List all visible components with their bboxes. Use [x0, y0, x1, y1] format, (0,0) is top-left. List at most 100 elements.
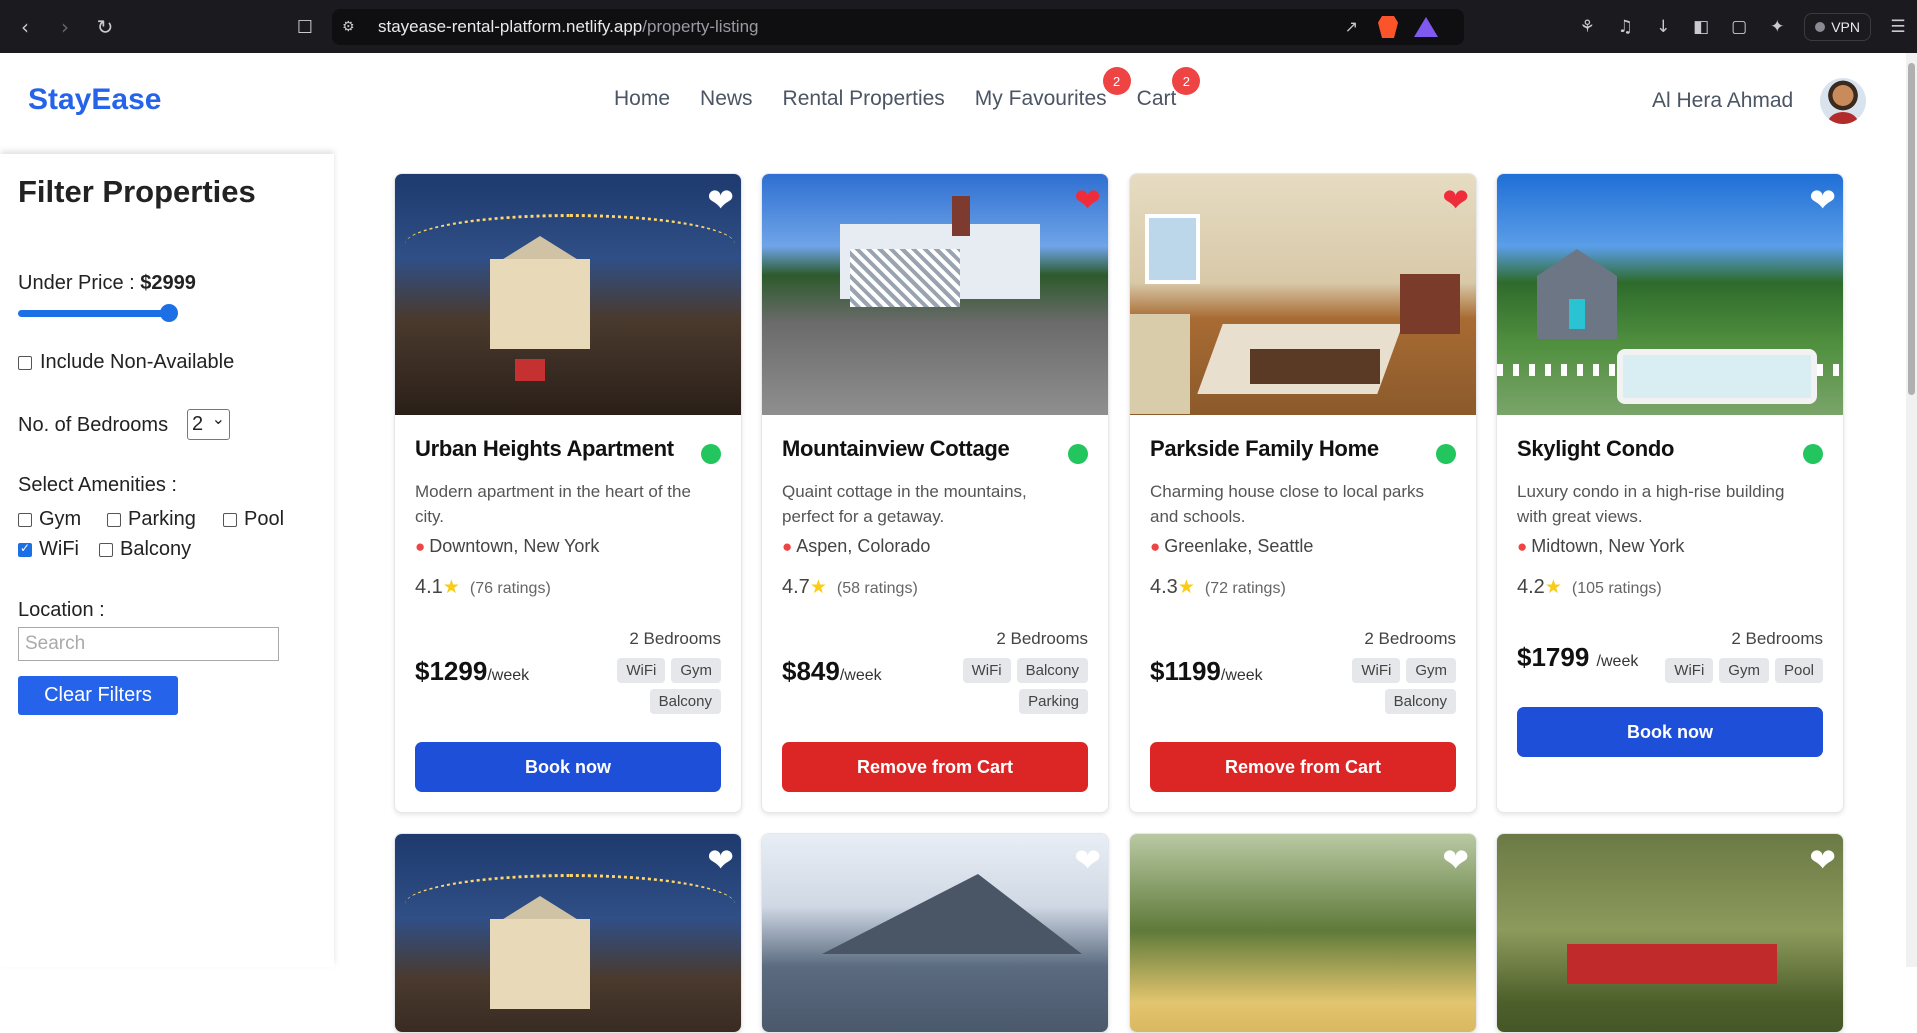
- property-card: ❤: [1129, 833, 1477, 1033]
- site-settings-icon[interactable]: ⚙: [342, 19, 364, 35]
- star-icon: ★: [1177, 577, 1195, 598]
- chimney: [952, 196, 970, 236]
- property-title[interactable]: Skylight Condo: [1517, 436, 1674, 462]
- property-image[interactable]: [762, 834, 1108, 1032]
- amenity-wifi-label[interactable]: WiFi: [39, 538, 79, 561]
- amenity-parking-checkbox[interactable]: [107, 513, 121, 527]
- bookmark-icon[interactable]: ☐: [290, 12, 320, 42]
- leo-ai-icon[interactable]: ✦: [1758, 17, 1796, 37]
- amenity-gym-label[interactable]: Gym: [39, 508, 81, 531]
- amenity-tag: WiFi: [1352, 658, 1401, 683]
- property-image[interactable]: [395, 834, 741, 1032]
- wallet-icon[interactable]: ▢: [1720, 17, 1758, 37]
- vpn-label: VPN: [1831, 18, 1860, 35]
- availability-dot: [701, 444, 721, 464]
- property-image[interactable]: [1130, 834, 1476, 1032]
- brave-shields-icon[interactable]: [1378, 16, 1398, 38]
- user-name[interactable]: Al Hera Ahmad: [1652, 89, 1793, 113]
- property-rating: 4.7★ (58 ratings): [782, 576, 918, 598]
- property-title[interactable]: Parkside Family Home: [1150, 436, 1379, 462]
- vpn-status-icon: [1815, 21, 1826, 32]
- media-icon[interactable]: ♫: [1606, 17, 1644, 37]
- favourite-heart-icon[interactable]: ❤: [707, 844, 734, 876]
- location-search-input[interactable]: Search: [18, 627, 279, 661]
- nav-my-favourites[interactable]: My Favourites 2: [975, 67, 1131, 111]
- site-header: StayEase Home News Rental Properties My …: [0, 53, 1906, 154]
- scrollbar-thumb[interactable]: [1908, 63, 1915, 395]
- share-icon[interactable]: ↗: [1345, 17, 1358, 36]
- location-label: Location :: [18, 599, 105, 621]
- star-icon: ★: [1544, 577, 1562, 598]
- property-image[interactable]: [395, 174, 741, 415]
- brave-rewards-icon[interactable]: [1414, 17, 1438, 37]
- nav-rental-properties[interactable]: Rental Properties: [783, 87, 945, 111]
- price-slider-thumb[interactable]: [160, 304, 178, 322]
- filter-title: Filter Properties: [18, 174, 256, 209]
- cart-count-badge: 2: [1172, 67, 1201, 95]
- favourite-heart-icon[interactable]: ❤: [707, 184, 734, 216]
- house-roof: [822, 874, 1082, 954]
- page-scrollbar[interactable]: [1906, 53, 1917, 967]
- amenity-parking-label[interactable]: Parking: [128, 508, 196, 531]
- include-non-available-label[interactable]: Include Non-Available: [40, 351, 234, 374]
- book-now-button[interactable]: Book now: [1517, 707, 1823, 757]
- logo[interactable]: StayEase: [28, 83, 161, 117]
- property-price: $1199/week: [1150, 656, 1263, 686]
- clear-filters-button[interactable]: Clear Filters: [18, 676, 178, 715]
- back-icon[interactable]: ‹: [10, 12, 40, 42]
- property-image[interactable]: [1130, 174, 1476, 415]
- favourite-heart-icon[interactable]: ❤: [1442, 844, 1469, 876]
- amenity-tags: WiFi Balcony Parking: [938, 658, 1088, 714]
- favourite-heart-icon[interactable]: ❤: [1809, 844, 1836, 876]
- extensions-icon[interactable]: ⚘: [1568, 17, 1606, 37]
- book-now-button[interactable]: Book now: [415, 742, 721, 792]
- property-image[interactable]: [1497, 834, 1843, 1032]
- favourite-heart-icon[interactable]: ❤: [1442, 184, 1469, 216]
- star-icon: ★: [442, 577, 460, 598]
- filter-sidebar: Filter Properties Under Price : $2999 In…: [0, 154, 334, 967]
- property-image[interactable]: [1497, 174, 1843, 415]
- address-bar[interactable]: ⚙ stayease-rental-platform.netlify.app/p…: [332, 9, 1464, 45]
- property-rating: 4.1★ (76 ratings): [415, 576, 551, 598]
- property-location: ● Midtown, New York: [1517, 536, 1685, 556]
- price-slider[interactable]: [18, 304, 180, 324]
- property-title[interactable]: Urban Heights Apartment: [415, 436, 674, 462]
- favourite-heart-icon[interactable]: ❤: [1074, 184, 1101, 216]
- property-image[interactable]: [762, 174, 1108, 415]
- reload-icon[interactable]: ↻: [90, 12, 120, 42]
- nav-cart[interactable]: Cart 2: [1137, 67, 1201, 111]
- download-icon[interactable]: ↓: [1644, 17, 1682, 37]
- amenity-tag: WiFi: [1665, 658, 1714, 683]
- forward-icon[interactable]: ›: [50, 12, 80, 42]
- nav-news[interactable]: News: [700, 87, 753, 111]
- sidebar-icon[interactable]: ◧: [1682, 17, 1720, 37]
- favourite-heart-icon[interactable]: ❤: [1809, 184, 1836, 216]
- amenity-tag: Balcony: [1016, 658, 1088, 683]
- property-card: ❤ Urban Heights Apartment Modern apartme…: [394, 173, 742, 813]
- remove-from-cart-button[interactable]: Remove from Cart: [1150, 742, 1456, 792]
- amenity-tags: WiFi Gym Balcony: [571, 658, 721, 714]
- bedroom-count: 2 Bedrooms: [1364, 629, 1456, 648]
- amenity-pool-checkbox[interactable]: [223, 513, 237, 527]
- amenity-wifi-checkbox[interactable]: [18, 541, 32, 557]
- amenity-pool-label[interactable]: Pool: [244, 508, 284, 531]
- nav-home[interactable]: Home: [614, 87, 670, 111]
- price-label: Under Price : $2999: [18, 272, 196, 294]
- menu-icon[interactable]: ☰: [1879, 17, 1917, 37]
- star-icon: ★: [809, 577, 827, 598]
- fireplace: [1400, 274, 1460, 334]
- property-price: $1799 /week: [1517, 642, 1639, 672]
- favourite-heart-icon[interactable]: ❤: [1074, 844, 1101, 876]
- url-text[interactable]: stayease-rental-platform.netlify.app/pro…: [378, 17, 758, 37]
- amenity-gym-checkbox[interactable]: [18, 513, 32, 527]
- vpn-button[interactable]: VPN: [1804, 12, 1871, 41]
- amenity-balcony-label[interactable]: Balcony: [120, 538, 191, 561]
- include-non-available-checkbox[interactable]: [18, 356, 32, 370]
- amenity-balcony-checkbox[interactable]: [99, 543, 113, 557]
- remove-from-cart-button[interactable]: Remove from Cart: [782, 742, 1088, 792]
- property-title[interactable]: Mountainview Cottage: [782, 436, 1010, 462]
- avatar[interactable]: [1820, 78, 1866, 124]
- bedrooms-select[interactable]: 2: [187, 406, 230, 440]
- availability-dot: [1803, 444, 1823, 464]
- bedroom-count: 2 Bedrooms: [1731, 629, 1823, 648]
